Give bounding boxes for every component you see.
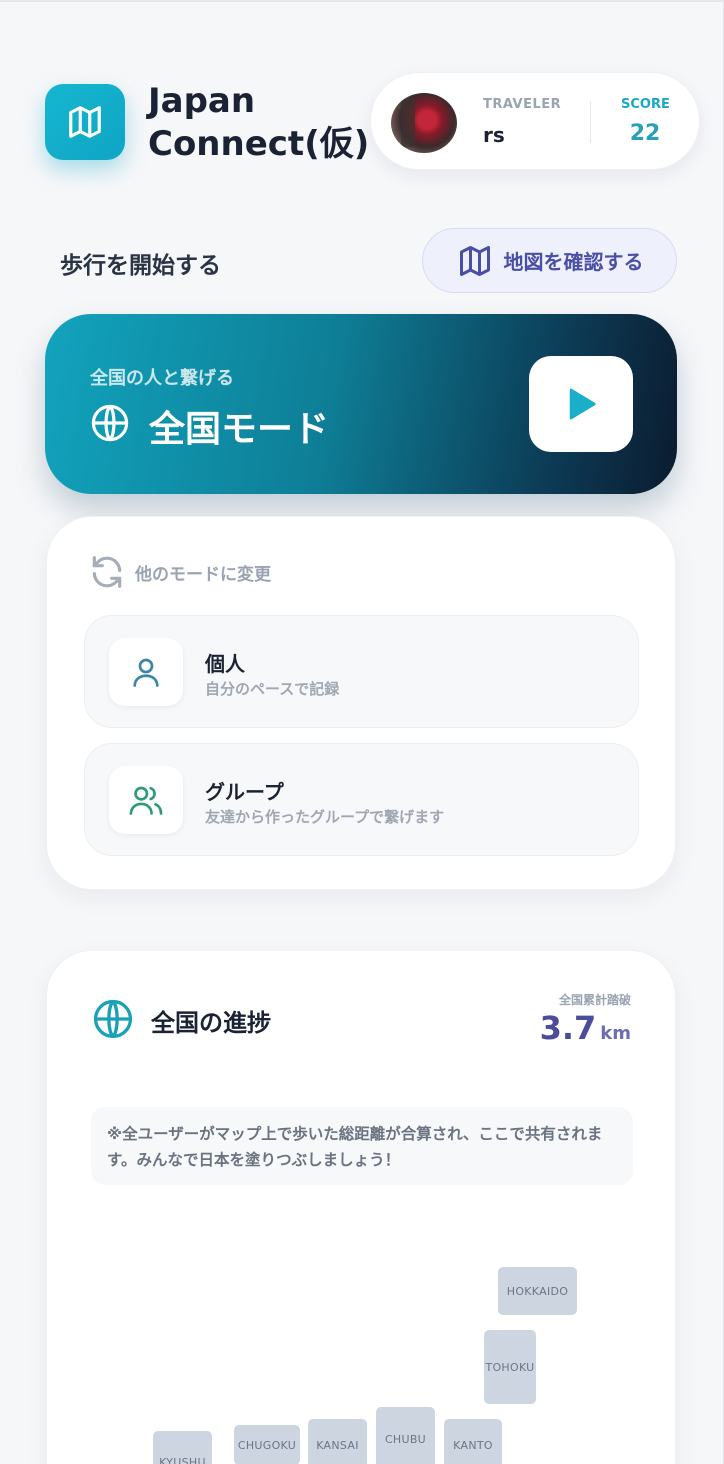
other-modes-card: 他のモードに変更 個人 自分のペースで記録 グループ 友達から作ったグループで繋…	[46, 516, 676, 890]
other-modes-header: 他のモードに変更	[87, 553, 271, 591]
score-label: SCORE	[621, 97, 670, 112]
mode-description: 自分のペースで記録	[205, 680, 340, 698]
avatar[interactable]	[391, 93, 457, 153]
map-icon	[459, 245, 490, 276]
mode-description: 友達から作ったグループで繋げます	[205, 808, 445, 826]
region-tohoku[interactable]: TOHOKU	[484, 1330, 536, 1404]
region-kanto[interactable]: KANTO	[444, 1419, 502, 1464]
mode-item-personal[interactable]: 個人 自分のペースで記録	[84, 615, 639, 728]
top-edge	[0, 0, 724, 2]
group-icon	[129, 786, 163, 815]
total-distance-unit: km	[600, 1023, 631, 1044]
nationwide-progress-card: 全国の進捗 全国累計踏破 3.7 km ※全ユーザーがマップ上で歩いた総距離が合…	[46, 950, 676, 1464]
globe-icon	[93, 999, 133, 1039]
start-walking-title: 歩行を開始する	[60, 253, 221, 279]
region-hokkaido[interactable]: HOKKAIDO	[498, 1267, 577, 1315]
traveler-name: rs	[483, 123, 505, 147]
nationwide-mode-subtitle: 全国の人と繋げる	[90, 368, 234, 389]
total-distance: 3.7 km	[540, 1009, 631, 1047]
mode-icon-box	[109, 638, 183, 706]
refresh-icon	[92, 556, 122, 588]
region-kansai[interactable]: KANSAI	[308, 1419, 367, 1464]
person-icon	[133, 658, 159, 687]
region-kyushu[interactable]: KYUSHU	[153, 1431, 212, 1464]
nationwide-mode-title: 全国モード	[149, 409, 330, 450]
progress-title: 全国の進捗	[151, 1009, 271, 1037]
region-chubu[interactable]: CHUBU	[376, 1407, 435, 1464]
user-card[interactable]: TRAVELER rs SCORE 22	[370, 72, 700, 170]
other-modes-label: 他のモードに変更	[135, 564, 271, 585]
globe-icon	[91, 404, 129, 442]
mode-title: 個人	[205, 652, 245, 676]
mode-item-group[interactable]: グループ 友達から作ったグループで繋げます	[84, 743, 639, 856]
app-logo	[45, 84, 125, 160]
map-icon	[69, 106, 101, 138]
user-card-divider	[590, 101, 591, 143]
view-map-button[interactable]: 地図を確認する	[422, 228, 677, 293]
traveler-label: TRAVELER	[483, 97, 562, 112]
view-map-label: 地図を確認する	[503, 250, 644, 274]
score-value: 22	[629, 121, 661, 146]
mode-title: グループ	[205, 780, 284, 804]
app-title: Japan Connect(仮)	[148, 81, 370, 164]
region-chugoku[interactable]: CHUGOKU	[234, 1425, 300, 1464]
progress-notice: ※全ユーザーがマップ上で歩いた総距離が合算され、ここで共有されます。みんなで日本…	[91, 1107, 633, 1185]
mode-icon-box	[109, 766, 183, 834]
total-distance-label: 全国累計踏破	[558, 993, 631, 1007]
play-icon	[569, 388, 596, 420]
play-button[interactable]	[529, 356, 633, 452]
nationwide-mode-card[interactable]: 全国の人と繋げる 全国モード	[45, 314, 677, 494]
total-distance-value: 3.7	[539, 1009, 597, 1047]
